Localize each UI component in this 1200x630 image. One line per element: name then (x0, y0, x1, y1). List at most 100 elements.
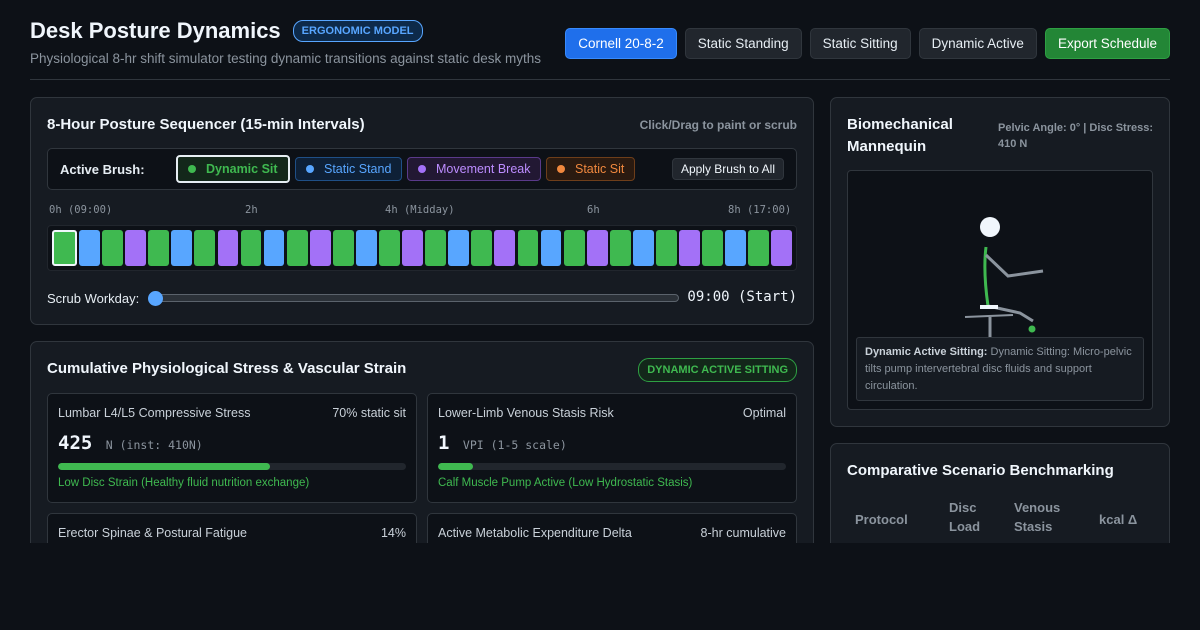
scrub-time-readout: 09:00 (Start) (687, 289, 797, 305)
export-schedule-button[interactable]: Export Schedule (1044, 28, 1170, 59)
venous-stasis-card: Lower-Limb Venous Stasis Risk Optimal 1 … (427, 393, 797, 503)
time-tick-0h: 0h (09:00) (49, 204, 113, 216)
posture-block[interactable] (332, 230, 354, 266)
venous-progress-fill (438, 463, 473, 470)
brush-static-sit[interactable]: Static Sit (546, 157, 636, 181)
card-note: Low Disc Strain (Healthy fluid nutrition… (58, 477, 310, 489)
stress-title: Cumulative Physiological Stress & Vascul… (47, 360, 407, 377)
sequencer-hint: Click/Drag to paint or scrub (639, 118, 797, 132)
brush-dynamic-sit-label: Dynamic Sit (206, 162, 278, 176)
brush-movement-break[interactable]: Movement Break (407, 157, 542, 181)
posture-block[interactable] (771, 230, 793, 266)
card-title: Lumbar L4/L5 Compressive Stress (58, 406, 251, 420)
brush-movement-break-label: Movement Break (436, 162, 531, 176)
posture-block[interactable] (609, 230, 631, 266)
posture-block[interactable] (356, 230, 377, 266)
mannequin-arm (984, 253, 1044, 278)
posture-block[interactable] (448, 230, 470, 266)
preset-static-sitting-button[interactable]: Static Sitting (809, 28, 911, 59)
posture-block[interactable] (748, 230, 770, 266)
time-tick-2h: 2h (245, 204, 258, 216)
card-value: 1 (438, 432, 450, 454)
brush-static-sit-label: Static Sit (575, 162, 625, 176)
posture-block[interactable] (52, 230, 77, 266)
card-meta: 14% (380, 526, 406, 540)
posture-block[interactable] (102, 230, 123, 266)
model-badge: ERGONOMIC MODEL (292, 20, 423, 42)
posture-block[interactable] (725, 230, 747, 266)
posture-track[interactable] (47, 225, 797, 271)
static-stand-dot-icon (306, 165, 314, 173)
movement-break-dot-icon (418, 165, 426, 173)
card-meta: Optimal (742, 406, 786, 420)
posture-tooltip: Dynamic Active Sitting: Dynamic Sitting:… (856, 337, 1144, 401)
scrub-slider-track[interactable] (149, 294, 679, 302)
page-title: Desk Posture Dynamics (30, 18, 281, 43)
preset-cornell-button[interactable]: Cornell 20-8-2 (565, 28, 677, 59)
col-venous-stasis: Venous Stasis (1014, 500, 1061, 534)
lumbar-progress-bar (58, 463, 406, 470)
knee-joint (1028, 325, 1036, 333)
apply-brush-all-button[interactable]: Apply Brush to All (671, 158, 784, 180)
brush-dynamic-sit[interactable]: Dynamic Sit (176, 155, 290, 183)
posture-block[interactable] (425, 230, 447, 266)
page-header: Desk Posture Dynamics ERGONOMIC MODEL Ph… (30, 18, 1170, 80)
stress-panel: Cumulative Physiological Stress & Vascul… (30, 341, 814, 623)
preset-static-standing-button[interactable]: Static Standing (684, 28, 802, 59)
brush-toolbar: Active Brush: Dynamic Sit Static Stand M… (47, 148, 797, 190)
card-title: Erector Spinae & Postural Fatigue (58, 526, 247, 540)
posture-block[interactable] (217, 230, 239, 266)
posture-block[interactable] (679, 230, 700, 266)
posture-block[interactable] (494, 230, 516, 266)
mannequin-title: Biomechanical Mannequin (847, 116, 953, 155)
posture-block[interactable] (517, 230, 539, 266)
posture-block[interactable] (125, 230, 147, 266)
posture-block[interactable] (540, 230, 562, 266)
posture-block[interactable] (563, 230, 585, 266)
posture-block[interactable] (402, 230, 423, 266)
venous-progress-bar (438, 463, 786, 470)
posture-block[interactable] (702, 230, 723, 266)
time-axis: 0h (09:00) 2h 4h (Midday) 6h 8h (17:00) (49, 204, 797, 218)
col-protocol: Protocol (855, 512, 908, 527)
brush-label: Active Brush: (60, 162, 145, 177)
card-value: 425 (58, 432, 93, 454)
posture-sequencer-panel: 8-Hour Posture Sequencer (15-min Interva… (30, 97, 814, 325)
dynamic-sit-dot-icon (188, 165, 196, 173)
posture-block[interactable] (656, 230, 677, 266)
posture-block[interactable] (263, 230, 285, 266)
lumbar-stress-card: Lumbar L4/L5 Compressive Stress 70% stat… (47, 393, 417, 503)
preset-dynamic-active-button[interactable]: Dynamic Active (918, 28, 1037, 59)
benchmark-title: Comparative Scenario Benchmarking (847, 462, 1114, 479)
mannequin-head (980, 217, 1000, 237)
mannequin-panel: Biomechanical Mannequin Pelvic Angle: 0°… (830, 97, 1170, 427)
card-title: Active Metabolic Expenditure Delta (438, 526, 632, 540)
card-meta: 70% static sit (332, 406, 406, 420)
posture-block[interactable] (379, 230, 400, 266)
card-unit: N (inst: 410N) (105, 438, 203, 452)
mode-badge: DYNAMIC ACTIVE SITTING (638, 358, 797, 382)
posture-block[interactable] (471, 230, 493, 266)
posture-block[interactable] (79, 230, 100, 266)
time-tick-8h: 8h (17:00) (728, 204, 792, 216)
card-unit: VPI (1-5 scale) (462, 438, 567, 452)
scrub-slider-thumb[interactable] (148, 291, 163, 306)
posture-block[interactable] (286, 230, 308, 266)
posture-block[interactable] (148, 230, 170, 266)
lumbar-progress-fill (58, 463, 271, 470)
scrub-label: Scrub Workday: (47, 291, 140, 306)
posture-block[interactable] (171, 230, 193, 266)
card-title: Lower-Limb Venous Stasis Risk (438, 406, 614, 420)
posture-block[interactable] (309, 230, 331, 266)
posture-block[interactable] (240, 230, 262, 266)
time-tick-4h: 4h (Midday) (385, 204, 455, 216)
posture-block[interactable] (586, 230, 608, 266)
col-disc-load: Disc Load (949, 500, 981, 534)
seat-base (964, 314, 1014, 318)
posture-block[interactable] (194, 230, 216, 266)
static-sit-dot-icon (557, 165, 565, 173)
posture-block[interactable] (632, 230, 654, 266)
brush-static-stand[interactable]: Static Stand (295, 157, 403, 181)
card-note: Calf Muscle Pump Active (Low Hydrostatic… (438, 477, 693, 489)
mannequin-stage: Dynamic Active Sitting: Dynamic Sitting:… (847, 170, 1153, 410)
